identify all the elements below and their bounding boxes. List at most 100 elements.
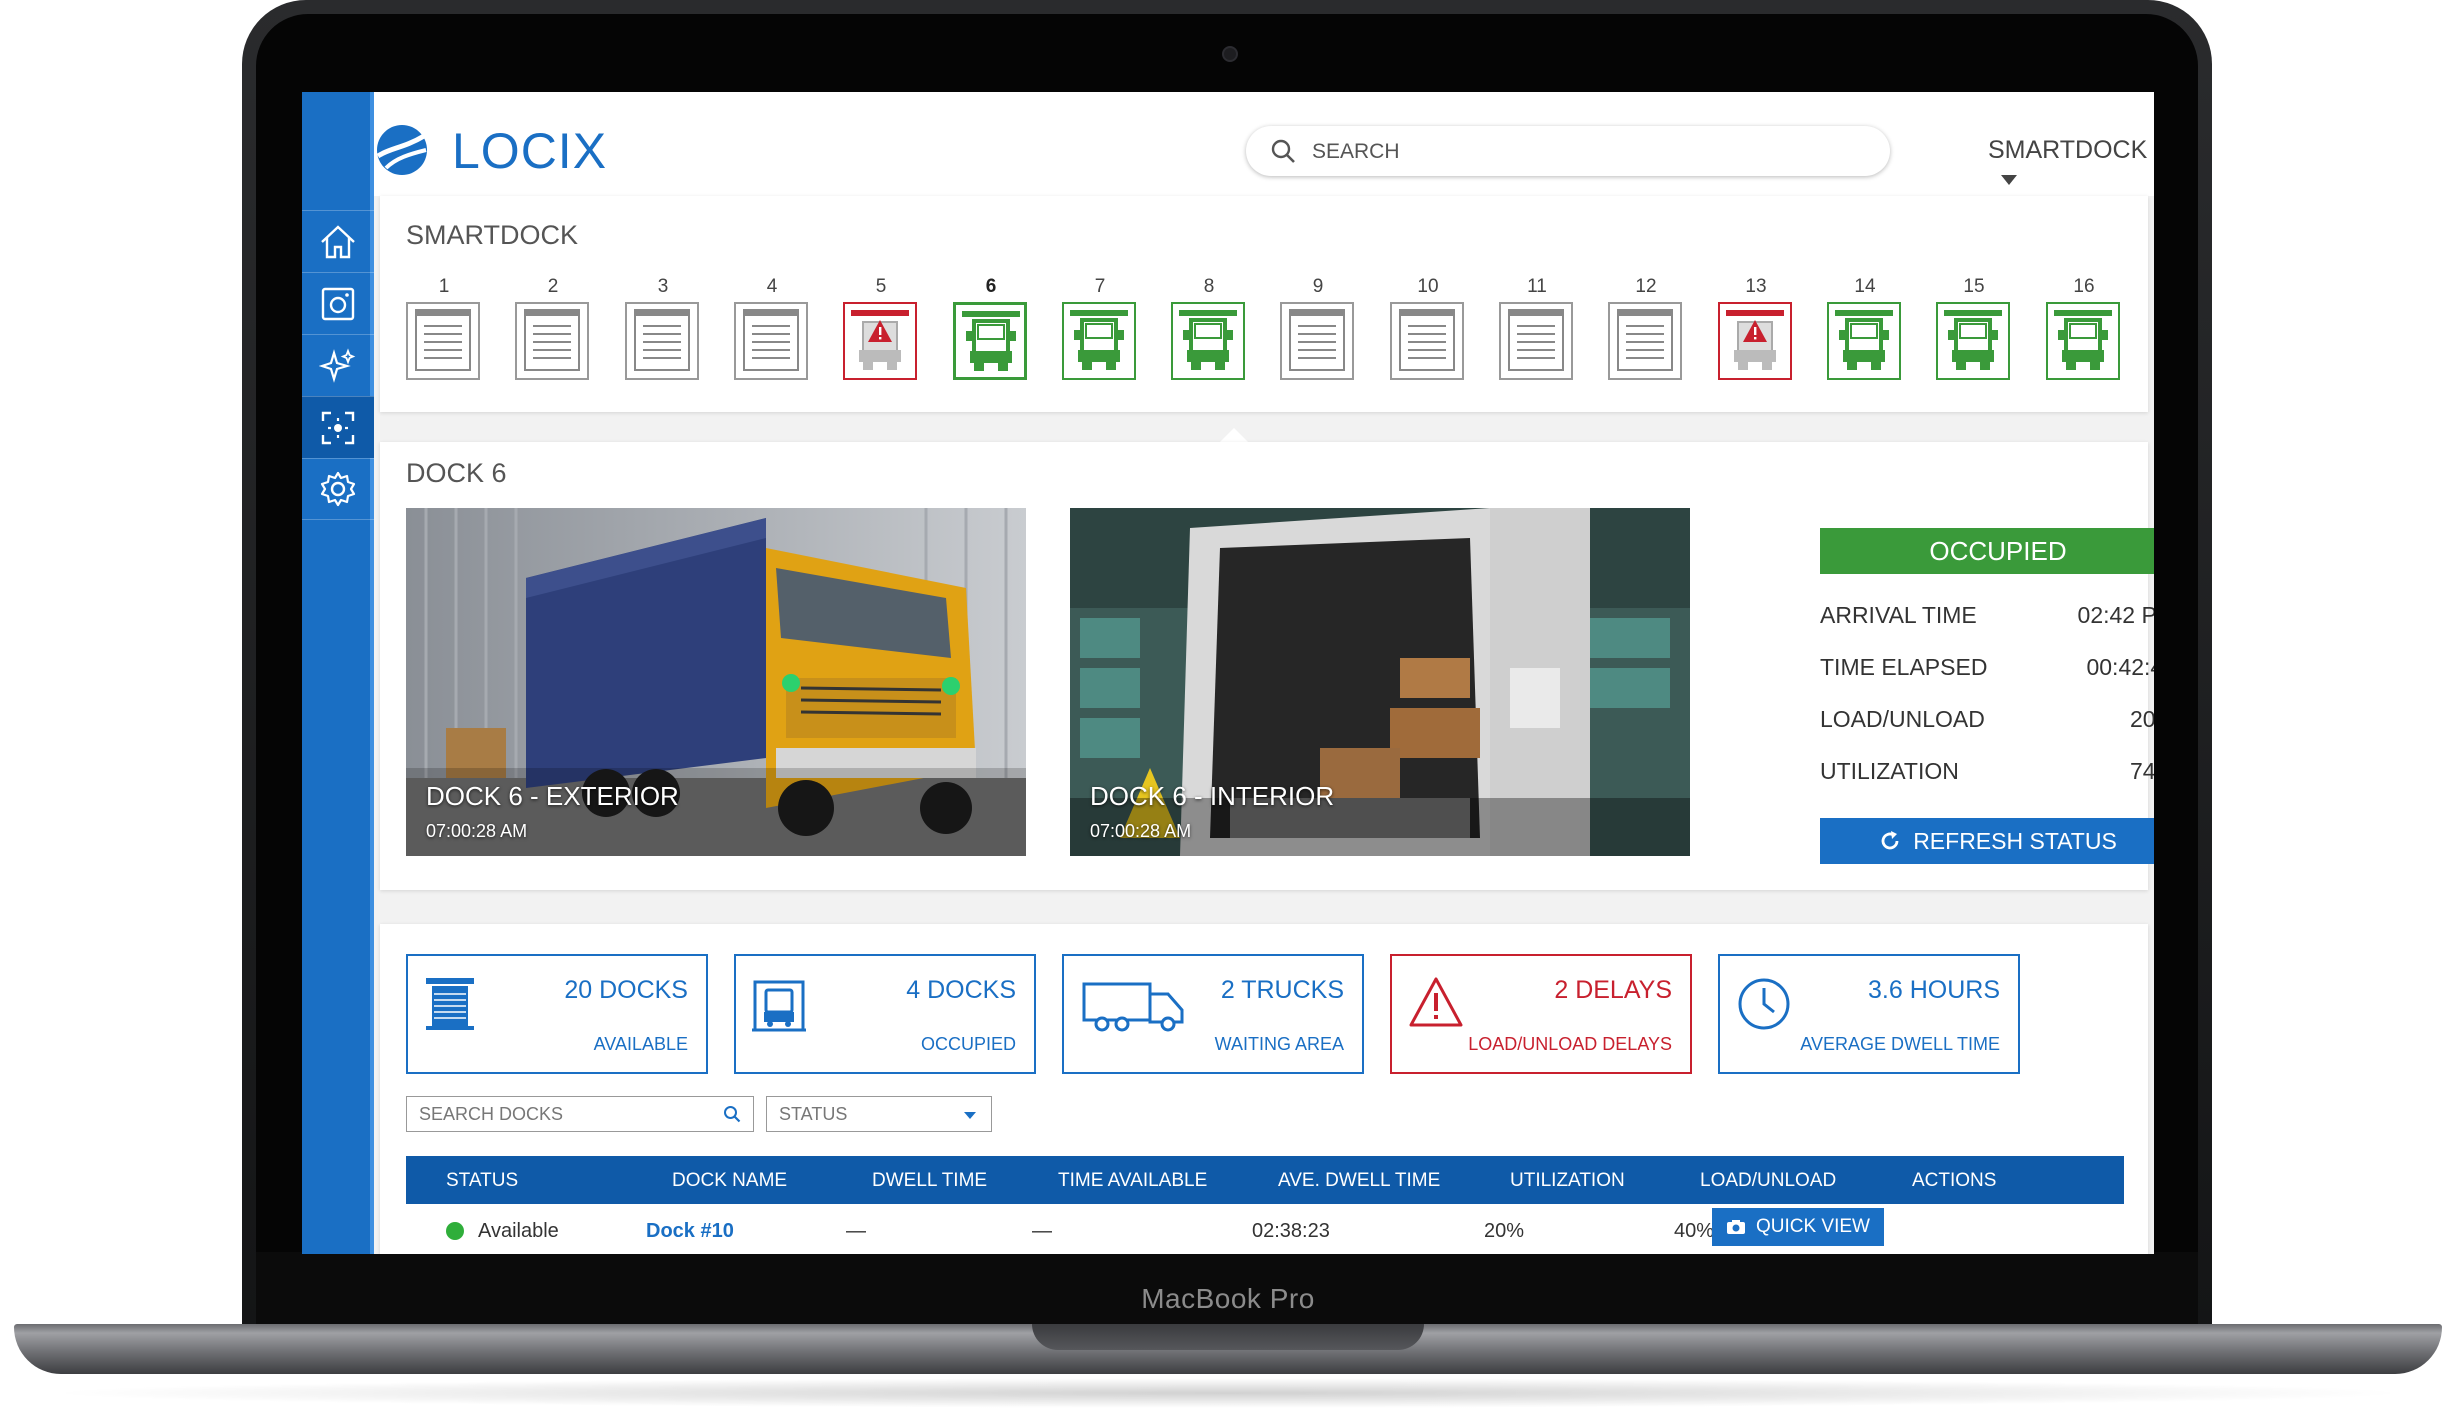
exterior-camera-feed[interactable]: DOCK 6 - EXTERIOR 07:00:28 AM xyxy=(406,508,1026,856)
status-filter-select[interactable]: STATUS xyxy=(766,1096,992,1132)
dock-number: 3 xyxy=(657,276,669,297)
gear-icon xyxy=(320,471,356,507)
row-ave-dwell-time: 02:38:23 xyxy=(1252,1220,1330,1242)
dock-alert-icon xyxy=(843,302,917,380)
dock-tile[interactable]: 12 xyxy=(1608,276,1684,380)
truck-docked-icon xyxy=(1062,302,1136,380)
dock-tile[interactable]: 13 xyxy=(1718,276,1794,380)
smartdock-panel: SMARTDOCK 1 2 3 4 5 6 7 8 9 10 11 12 13 14 15 16 xyxy=(380,196,2148,412)
occupied-dock-icon xyxy=(752,980,806,1032)
summary-label: AVERAGE DWELL TIME xyxy=(1800,1034,2000,1054)
summary-card-dwell[interactable]: 3.6 HOURS AVERAGE DWELL TIME xyxy=(1718,954,2020,1074)
summary-card-delays[interactable]: 2 DELAYS LOAD/UNLOAD DELAYS xyxy=(1390,954,1692,1074)
dock-tile[interactable]: 3 xyxy=(625,276,701,380)
device-brand-label: MacBook Pro xyxy=(1141,1283,1315,1314)
dock-number: 9 xyxy=(1312,276,1324,297)
search-bar[interactable]: SEARCH xyxy=(1246,126,1890,176)
dock-number: 2 xyxy=(547,276,559,297)
stat-value: 00:42:47 xyxy=(2086,654,2154,680)
webcam xyxy=(1222,46,1238,62)
table-row[interactable]: Available Dock #10 — — 02:38:23 20% 40% … xyxy=(380,1204,2148,1254)
row-dwell-time: — xyxy=(846,1220,866,1242)
refresh-status-label: REFRESH STATUS xyxy=(1913,827,2117,854)
sidebar-item-insights[interactable] xyxy=(302,334,374,396)
dock-detail-title: DOCK 6 xyxy=(406,458,507,488)
column-header-load-unload[interactable]: LOAD/UNLOAD xyxy=(1700,1170,1836,1192)
dock-tile[interactable]: 11 xyxy=(1499,276,1575,380)
sidebar xyxy=(302,92,374,1254)
dock-overview-panel: 20 DOCKS AVAILABLE 4 DOCKS OCCUPIED 2 TR… xyxy=(380,924,2148,1254)
dock-number: 10 xyxy=(1417,276,1439,297)
dock-tile[interactable]: 15 xyxy=(1936,276,2012,380)
locix-logo-icon xyxy=(376,125,427,175)
dock-tile[interactable]: 2 xyxy=(515,276,591,380)
status-dot-icon xyxy=(446,1222,464,1240)
sparkle-icon xyxy=(319,347,356,383)
stat-value: 74% xyxy=(2129,758,2154,784)
dock-tile[interactable]: 1 xyxy=(406,276,482,380)
dock-alert-icon xyxy=(1718,302,1792,380)
column-header-dwell-time[interactable]: DWELL TIME xyxy=(872,1170,987,1192)
row-load-unload: 40% xyxy=(1674,1220,1715,1242)
dock-door-icon xyxy=(1280,302,1354,380)
summary-label: OCCUPIED xyxy=(920,1034,1016,1054)
dock-tile[interactable]: 4 xyxy=(734,276,810,380)
sidebar-item-scan[interactable] xyxy=(302,396,374,458)
truck-docked-icon xyxy=(2046,302,2120,380)
column-header-ave-dwell-time[interactable]: AVE. DWELL TIME xyxy=(1278,1170,1440,1192)
dock-tile[interactable]: 16 xyxy=(2046,276,2122,380)
dock-number: 6 xyxy=(985,276,997,297)
interior-camera-label: DOCK 6 - INTERIOR xyxy=(1090,781,1335,811)
summary-value: 4 DOCKS xyxy=(906,976,1016,1004)
quick-view-button[interactable]: QUICK VIEW xyxy=(1712,1208,1884,1246)
dock-tile[interactable]: 14 xyxy=(1827,276,1903,380)
interior-camera-feed[interactable]: DOCK 6 - INTERIOR 07:00:28 AM xyxy=(1070,508,1690,856)
app-screen: LOCIX SEARCH SMARTDOCK SMARTDOCK 1234567… xyxy=(302,92,2154,1254)
sidebar-item-home[interactable] xyxy=(302,210,374,272)
dock-number: 1 xyxy=(438,276,450,297)
account-name: SMARTDOCK xyxy=(1988,136,2148,164)
stat-utilization: UTILIZATION 74% xyxy=(1820,758,2154,785)
column-header-actions: ACTIONS xyxy=(1912,1170,1997,1191)
dock-number: 15 xyxy=(1963,276,1985,297)
truck-docked-icon xyxy=(1936,302,2010,380)
stat-arrival-time: ARRIVAL TIME 02:42 PM xyxy=(1820,602,2154,629)
summary-card-occupied[interactable]: 4 DOCKS OCCUPIED xyxy=(734,954,1036,1074)
dock-tile[interactable]: 8 xyxy=(1171,276,1247,380)
summary-card-waiting[interactable]: 2 TRUCKS WAITING AREA xyxy=(1062,954,1364,1074)
search-docks-input[interactable]: SEARCH DOCKS xyxy=(406,1096,754,1132)
dock-tile[interactable]: 10 xyxy=(1390,276,1466,380)
column-header-time-available[interactable]: TIME AVAILABLE xyxy=(1058,1170,1207,1192)
account-menu[interactable]: SMARTDOCK xyxy=(1988,136,2154,194)
summary-card-available[interactable]: 20 DOCKS AVAILABLE xyxy=(406,954,708,1074)
dock-number: 5 xyxy=(875,276,887,297)
dock-door-icon xyxy=(515,302,589,380)
summary-label: LOAD/UNLOAD DELAYS xyxy=(1468,1034,1672,1054)
summary-value: 2 TRUCKS xyxy=(1220,976,1344,1004)
column-header-utilization[interactable]: UTILIZATION xyxy=(1510,1170,1625,1192)
warning-icon xyxy=(1409,977,1463,1027)
search-input[interactable]: SEARCH xyxy=(1312,140,1400,164)
sidebar-item-camera[interactable] xyxy=(302,272,374,334)
sidebar-item-settings[interactable] xyxy=(302,458,374,520)
dock-number: 11 xyxy=(1527,276,1547,297)
dock-tile[interactable]: 9 xyxy=(1280,276,1356,380)
chevron-down-icon xyxy=(964,1112,976,1119)
dock-tile[interactable]: 5 xyxy=(843,276,919,380)
app-logo-text: LOCIX xyxy=(452,123,608,179)
stat-time-elapsed: TIME ELAPSED 00:42:47 xyxy=(1820,654,2154,681)
dock-tile[interactable]: 7 xyxy=(1062,276,1138,380)
column-header-dock-name[interactable]: DOCK NAME xyxy=(672,1170,787,1192)
dock-number: 4 xyxy=(766,276,778,297)
stat-label: LOAD/UNLOAD xyxy=(1820,706,1985,732)
top-bar: LOCIX SEARCH SMARTDOCK xyxy=(374,92,2154,196)
row-time-available: — xyxy=(1032,1220,1052,1242)
dock-tile[interactable]: 6 xyxy=(953,276,1029,380)
summary-value: 20 DOCKS xyxy=(564,976,688,1004)
row-dock-name-link[interactable]: Dock #10 xyxy=(646,1220,734,1243)
summary-label: AVAILABLE xyxy=(593,1034,688,1054)
camera-icon xyxy=(1726,1220,1745,1234)
column-header-status[interactable]: STATUS xyxy=(446,1170,518,1192)
summary-value: 3.6 HOURS xyxy=(1868,976,2000,1004)
refresh-status-button[interactable]: REFRESH STATUS xyxy=(1820,818,2154,864)
